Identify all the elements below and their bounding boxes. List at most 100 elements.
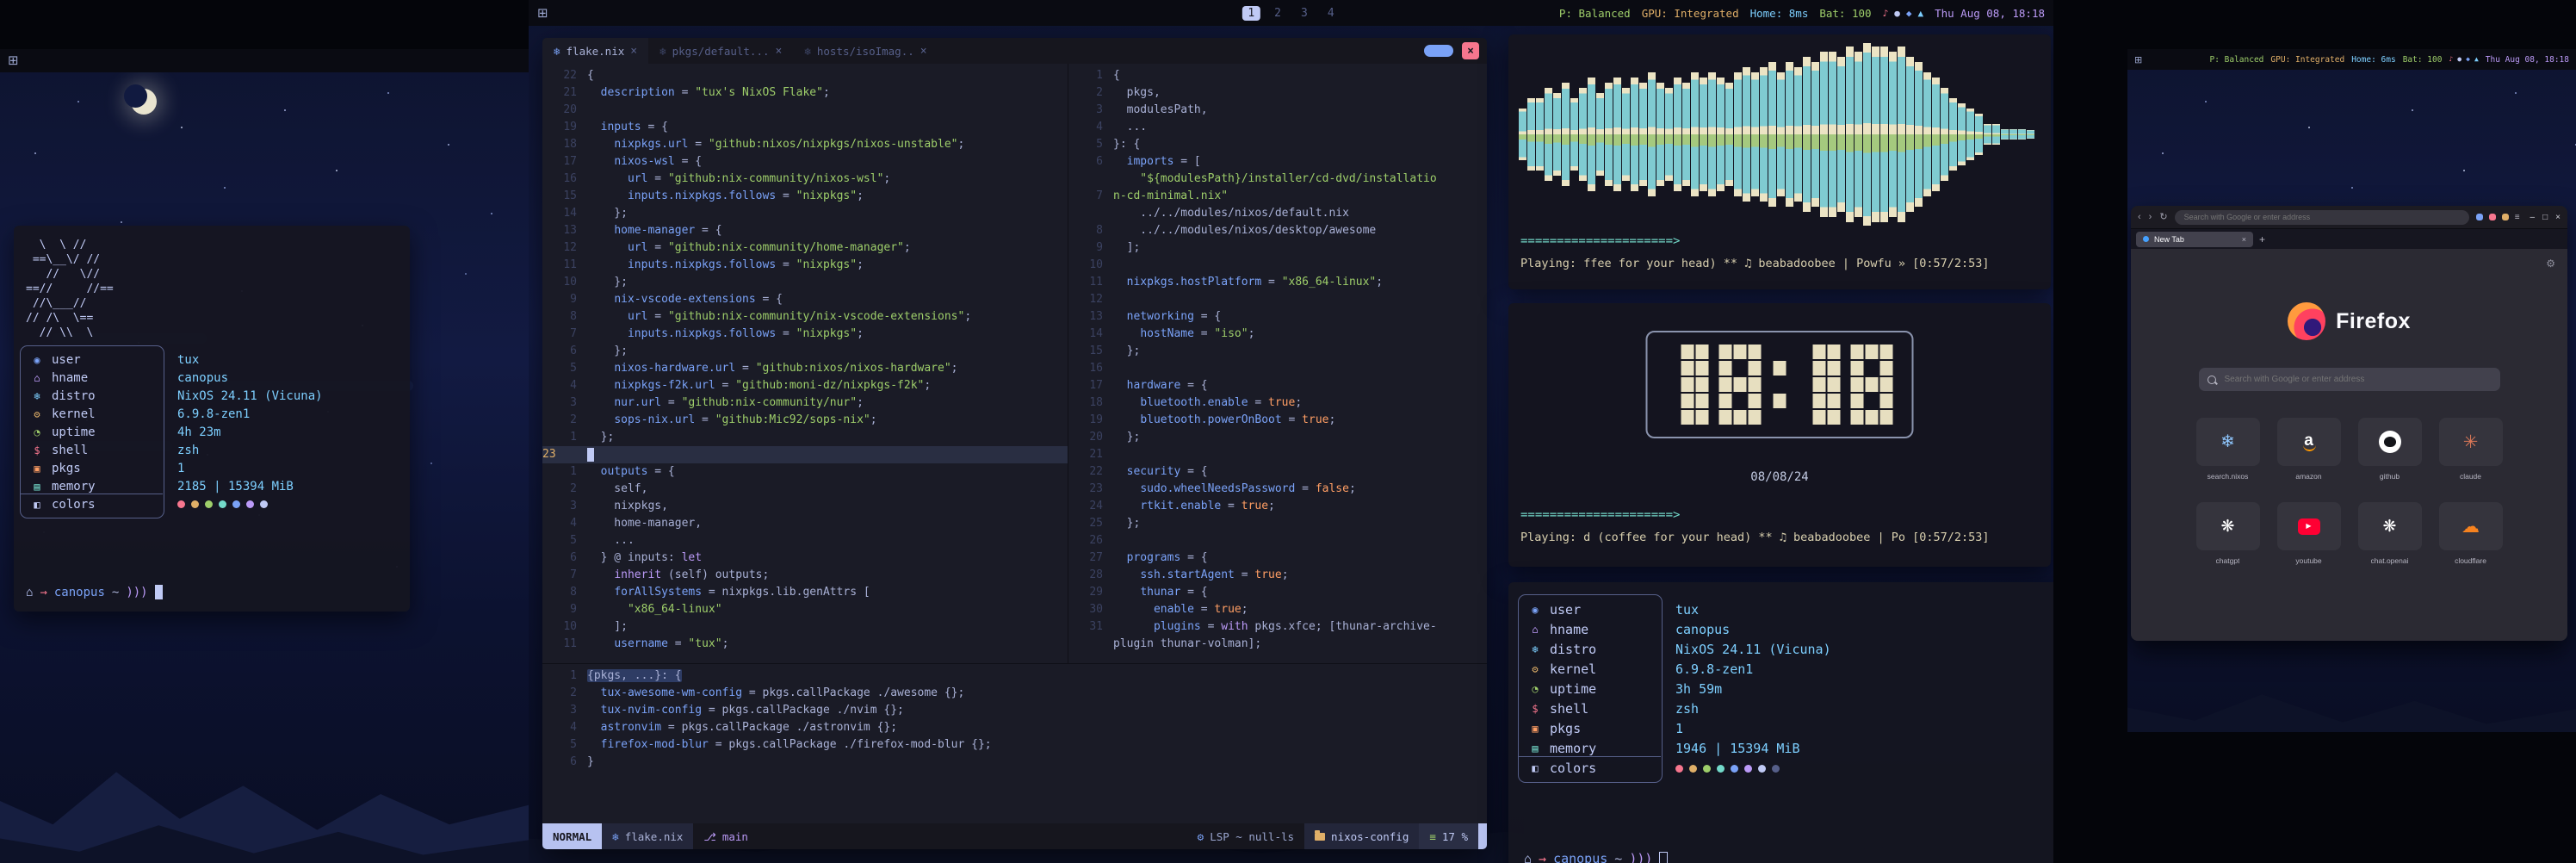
prompt-path: ~ <box>1614 851 1622 863</box>
visualizer-bar <box>1717 78 1725 191</box>
shortcut-amazon[interactable]: aamazon <box>2273 418 2345 492</box>
home-icon: ⌂ <box>26 586 33 599</box>
gear-icon[interactable]: ⚙ <box>2546 258 2555 270</box>
terminal-cursor <box>1659 852 1668 863</box>
minimize-icon[interactable]: – <box>2530 213 2536 222</box>
neovim-window[interactable]: ❄ flake.nix × ❄ pkgs/default... × ❄ host… <box>542 38 1487 849</box>
maximize-icon[interactable]: □ <box>2542 213 2548 222</box>
back-icon[interactable]: ‹ <box>2138 213 2141 222</box>
color-swatch <box>1689 765 1697 773</box>
bar-clock[interactable]: Thu Aug 08, 18:18 <box>2486 55 2569 65</box>
new-tab-button[interactable]: + <box>2259 233 2265 245</box>
bluetooth-icon[interactable]: ◆ <box>2466 56 2470 63</box>
newtab-search-bar[interactable] <box>2199 368 2500 391</box>
firefox-window[interactable]: ‹ › ↻ ≡ – □ × <box>2131 206 2567 641</box>
code-line: 22{ <box>542 67 1068 84</box>
shortcut-claude[interactable]: ✳claude <box>2435 418 2507 492</box>
reload-icon[interactable]: ↻ <box>2159 213 2167 222</box>
buffer-toggle-pill[interactable] <box>1424 45 1453 57</box>
nix-file-icon: ❄ <box>804 45 811 58</box>
media-icon[interactable]: ♪ <box>1883 9 1889 18</box>
visualizer-bar <box>1588 78 1595 191</box>
code-line: "${modulesPath}/installer/cd-dvd/install… <box>1068 171 1487 188</box>
code-line: 1{pkgs, ...}: { <box>542 667 1487 685</box>
bar-clock[interactable]: Thu Aug 08, 18:18 <box>1935 7 2045 20</box>
code-line: 19 bluetooth.powerOnBoot = true; <box>1068 412 1487 429</box>
tab-new-tab[interactable]: New Tab × <box>2136 232 2253 247</box>
extension-icon[interactable] <box>2489 214 2496 220</box>
colors-icon: ◧ <box>1524 762 1546 774</box>
fetch-row-kernel: ⚙kernel6.9.8-zen1 <box>1524 659 2053 679</box>
workspace-tag-4[interactable]: 4 <box>1322 6 1341 21</box>
fetch-row-distro: ❄distroNixOS 24.11 (Vicuna) <box>26 387 398 405</box>
workspace-tag-1[interactable]: 1 <box>1242 6 1260 21</box>
extension-icon[interactable] <box>2476 214 2483 220</box>
visualizer-bar <box>1837 57 1845 212</box>
tab-close-icon[interactable]: × <box>776 45 783 58</box>
tab-flake-nix[interactable]: ❄ flake.nix × <box>542 38 648 64</box>
search-input[interactable] <box>2223 374 2492 385</box>
menu-icon[interactable]: ⊞ <box>2134 55 2142 65</box>
tab-close-icon[interactable]: × <box>2242 235 2246 244</box>
buffer-iso-image[interactable]: 1{2 pkgs,3 modulesPath,4 ...5}: {6 impor… <box>1068 64 1487 667</box>
tab-close-icon[interactable]: × <box>920 45 927 58</box>
code-line: 17 hardware = { <box>1068 377 1487 394</box>
workspace-tag-3[interactable]: 3 <box>1295 6 1314 21</box>
project-indicator[interactable]: nixos-config <box>1304 823 1419 849</box>
fetch-row-memory: ▤memory2185 | 15394 MiB <box>26 477 398 495</box>
color-swatch <box>177 500 185 508</box>
firefox-wordmark: Firefox <box>2336 309 2411 334</box>
buffer-flake-nix[interactable]: 22{21 description = "tux's NixOS Flake";… <box>542 64 1068 667</box>
prompt-arrow-icon: → <box>1539 851 1546 863</box>
bluetooth-icon[interactable]: ◆ <box>1906 9 1912 18</box>
visualizer-bar <box>1639 83 1647 186</box>
buffer-pkgs-default[interactable]: 1{pkgs, ...}: {2 tux-awesome-wm-config =… <box>542 664 1487 823</box>
code-line: 9 nix-vscode-extensions = { <box>542 291 1068 308</box>
shortcut-search.nixos[interactable]: ❄search.nixos <box>2192 418 2264 492</box>
code-line: 11 username = "tux"; <box>542 636 1068 653</box>
shortcut-chat.openai[interactable]: ❋chat.openai <box>2354 502 2426 576</box>
prompt-chevrons: ))) <box>1629 851 1652 863</box>
visualizer-bar <box>1889 52 1897 217</box>
menu-icon[interactable]: ⊞ <box>537 7 548 20</box>
git-branch[interactable]: ⎇ main <box>693 823 759 849</box>
url-input[interactable] <box>2183 212 2461 222</box>
fetch-row-memory: ▤memory1946 | 15394 MiB <box>1524 738 2053 758</box>
terminal-fastfetch-right[interactable]: ◉usertux⌂hnamecanopus❄distroNixOS 24.11 … <box>1508 582 2053 863</box>
user-icon: ◉ <box>1524 604 1546 616</box>
code-line: 26 <box>1068 532 1487 549</box>
shortcut-cloudflare[interactable]: ☁cloudflare <box>2435 502 2507 576</box>
volume-icon[interactable]: ● <box>1894 9 1900 18</box>
code-line: 25 }; <box>1068 515 1487 532</box>
shortcut-chatgpt[interactable]: ❋chatgpt <box>2192 502 2264 576</box>
menu-icon[interactable]: ≡ <box>2515 213 2520 222</box>
shell-prompt[interactable]: ⌂ → canopus ~ ))) <box>26 585 163 599</box>
workspace-tag-2[interactable]: 2 <box>1268 6 1287 21</box>
shortcut-github[interactable]: github <box>2354 418 2426 492</box>
shortcut-youtube[interactable]: ▶youtube <box>2273 502 2345 576</box>
volume-icon[interactable]: ● <box>2457 56 2461 63</box>
music-visualizer-window[interactable]: =====================> Playing: ffee for… <box>1508 34 2051 289</box>
tabline-close-button[interactable]: × <box>1462 42 1479 59</box>
pkgs-icon: ▣ <box>1524 723 1546 735</box>
close-icon[interactable]: × <box>2555 213 2561 222</box>
tty-clock-window[interactable]: 08/08/24 =====================> Playing:… <box>1508 303 2051 567</box>
code-line: 11 nixpkgs.hostPlatform = "x86_64-linux"… <box>1068 274 1487 291</box>
url-bar[interactable] <box>2175 210 2469 225</box>
tab-hosts-isoimage[interactable]: ❄ hosts/isoImag.. × <box>793 38 938 64</box>
code-line: 27 programs = { <box>1068 549 1487 567</box>
forward-icon[interactable]: › <box>2149 213 2152 222</box>
color-swatch <box>1731 765 1738 773</box>
terminal-fastfetch-left[interactable]: \ \ // ==\__\/ // // \// ==// //== //\__… <box>14 226 410 612</box>
menu-icon[interactable]: ⊞ <box>8 54 19 67</box>
network-icon[interactable]: ▲ <box>1917 9 1923 18</box>
visualizer-bar <box>1777 72 1785 196</box>
shell-prompt[interactable]: ⌂ → canopus ~ ))) <box>1524 851 1668 863</box>
extension-icon[interactable] <box>2502 214 2509 220</box>
tab-close-icon[interactable]: × <box>630 45 637 58</box>
now-playing-text: Playing: d (coffee for your head) ** ♫ b… <box>1520 531 1990 544</box>
media-icon[interactable]: ♪ <box>2449 56 2453 63</box>
tab-pkgs-default[interactable]: ❄ pkgs/default... × <box>648 38 793 64</box>
color-swatch <box>1758 765 1766 773</box>
network-icon[interactable]: ▲ <box>2474 56 2479 63</box>
